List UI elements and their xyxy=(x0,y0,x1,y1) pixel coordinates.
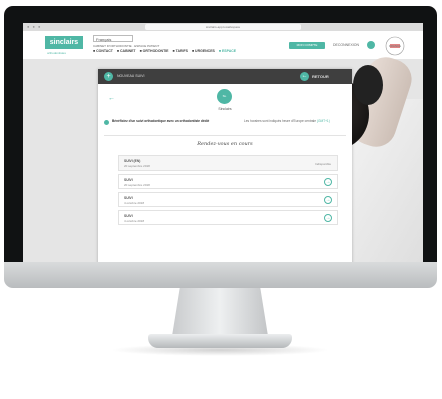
info-text: Bénéficiez d'un suivi orthodontique avec… xyxy=(112,119,210,123)
logout-link[interactable]: DECONNEXION xyxy=(333,43,359,47)
stamp-label: FRANCE xyxy=(388,44,402,48)
appointment-date: 20 septembre 2018 xyxy=(124,164,150,168)
appointment-title: SUIVI (EN) xyxy=(124,159,141,163)
list-item[interactable]: SUIVI 4 octobre 2018 → xyxy=(118,210,338,225)
patient-name: Sinclairs xyxy=(218,107,232,111)
section-title: Rendez-vous en cours xyxy=(197,141,253,147)
appointments-card: + NOUVEAU SUIVI ← RETOUR ← SL Sinclairs … xyxy=(98,69,352,265)
list-item[interactable]: SUIVI (EN) 20 septembre 2018 Indisponibl… xyxy=(118,155,338,171)
info-banner: Bénéficiez d'un suivi orthodontique avec… xyxy=(104,118,346,132)
address-bar[interactable]: sinclairs-app.local/espace xyxy=(145,24,301,30)
site-logo[interactable]: sinclairs xyxy=(45,36,83,49)
browser-toolbar: ● ● ● sinclairs-app.local/espace xyxy=(23,23,423,31)
language-select[interactable]: Français xyxy=(93,35,133,42)
back-button[interactable]: RETOUR xyxy=(312,74,329,79)
appointments-list: SUIVI (EN) 20 septembre 2018 Indisponibl… xyxy=(118,155,338,228)
info-dot-icon xyxy=(104,120,109,125)
arrow-right-icon[interactable]: → xyxy=(324,214,332,222)
monitor-bezel: ● ● ● sinclairs-app.local/espace sinclai… xyxy=(4,6,437,282)
timezone-link[interactable]: (GMT+1) xyxy=(317,119,330,123)
timezone-text: Les horaires sont indiqués heure d'Europ… xyxy=(244,119,317,123)
photo-hair-back xyxy=(353,65,383,105)
monitor-stand-foot xyxy=(148,334,292,348)
screen: ● ● ● sinclairs-app.local/espace sinclai… xyxy=(23,23,423,265)
new-followup-label[interactable]: NOUVEAU SUIVI xyxy=(117,74,144,78)
nav-item-cabinet[interactable]: ■ CABINET xyxy=(117,49,136,53)
logo-subtitle: orthodontistes xyxy=(47,51,66,55)
divider xyxy=(104,135,346,136)
appointment-title: SUIVI xyxy=(124,214,133,218)
window-controls[interactable]: ● ● ● xyxy=(27,25,41,29)
appointment-status: Indisponible xyxy=(314,162,331,166)
list-item[interactable]: SUIVI 20 septembre 2018 → xyxy=(118,174,338,189)
nav-item-tarifs[interactable]: ■ TARIFS xyxy=(173,49,188,53)
back-circle-icon[interactable]: ← xyxy=(300,72,309,81)
main-nav: ■ CONTACT ■ CABINET ■ ORTHODONTIE ■ TARI… xyxy=(93,49,239,53)
site-header: sinclairs orthodontistes Français CABINE… xyxy=(23,31,423,59)
monitor-chin xyxy=(4,262,437,288)
nav-item-urgences[interactable]: ■ URGENCES xyxy=(192,49,215,53)
appointment-title: SUIVI xyxy=(124,196,133,200)
card-header: + NOUVEAU SUIVI ← RETOUR xyxy=(98,69,352,84)
timezone-note: Les horaires sont indiqués heure d'Europ… xyxy=(244,119,346,123)
nav-item-espace[interactable]: ■ ESPACE xyxy=(219,49,236,53)
appointment-date: 20 septembre 2018 xyxy=(124,183,150,187)
user-avatar-icon[interactable] xyxy=(367,41,375,49)
arrow-left-icon[interactable]: ← xyxy=(108,95,115,102)
account-button[interactable]: MON COMPTE xyxy=(289,42,325,49)
site-tagline: CABINET D'ORTHODONTIE · ESPACE PATIENT xyxy=(93,44,160,48)
nav-item-contact[interactable]: ■ CONTACT xyxy=(93,49,113,53)
certification-stamp: FRANCE xyxy=(384,35,406,57)
plus-icon[interactable]: + xyxy=(104,72,113,81)
arrow-right-icon[interactable]: → xyxy=(324,178,332,186)
monitor-stand-neck xyxy=(172,288,268,336)
appointment-date: 4 octobre 2018 xyxy=(124,201,145,205)
appointment-title: SUIVI xyxy=(124,178,133,182)
nav-item-orthodontie[interactable]: ■ ORTHODONTIE xyxy=(140,49,169,53)
patient-avatar: SL xyxy=(217,89,232,104)
appointment-date: 4 octobre 2018 xyxy=(124,219,145,223)
list-item[interactable]: SUIVI 4 octobre 2018 → xyxy=(118,192,338,207)
arrow-right-icon[interactable]: → xyxy=(324,196,332,204)
